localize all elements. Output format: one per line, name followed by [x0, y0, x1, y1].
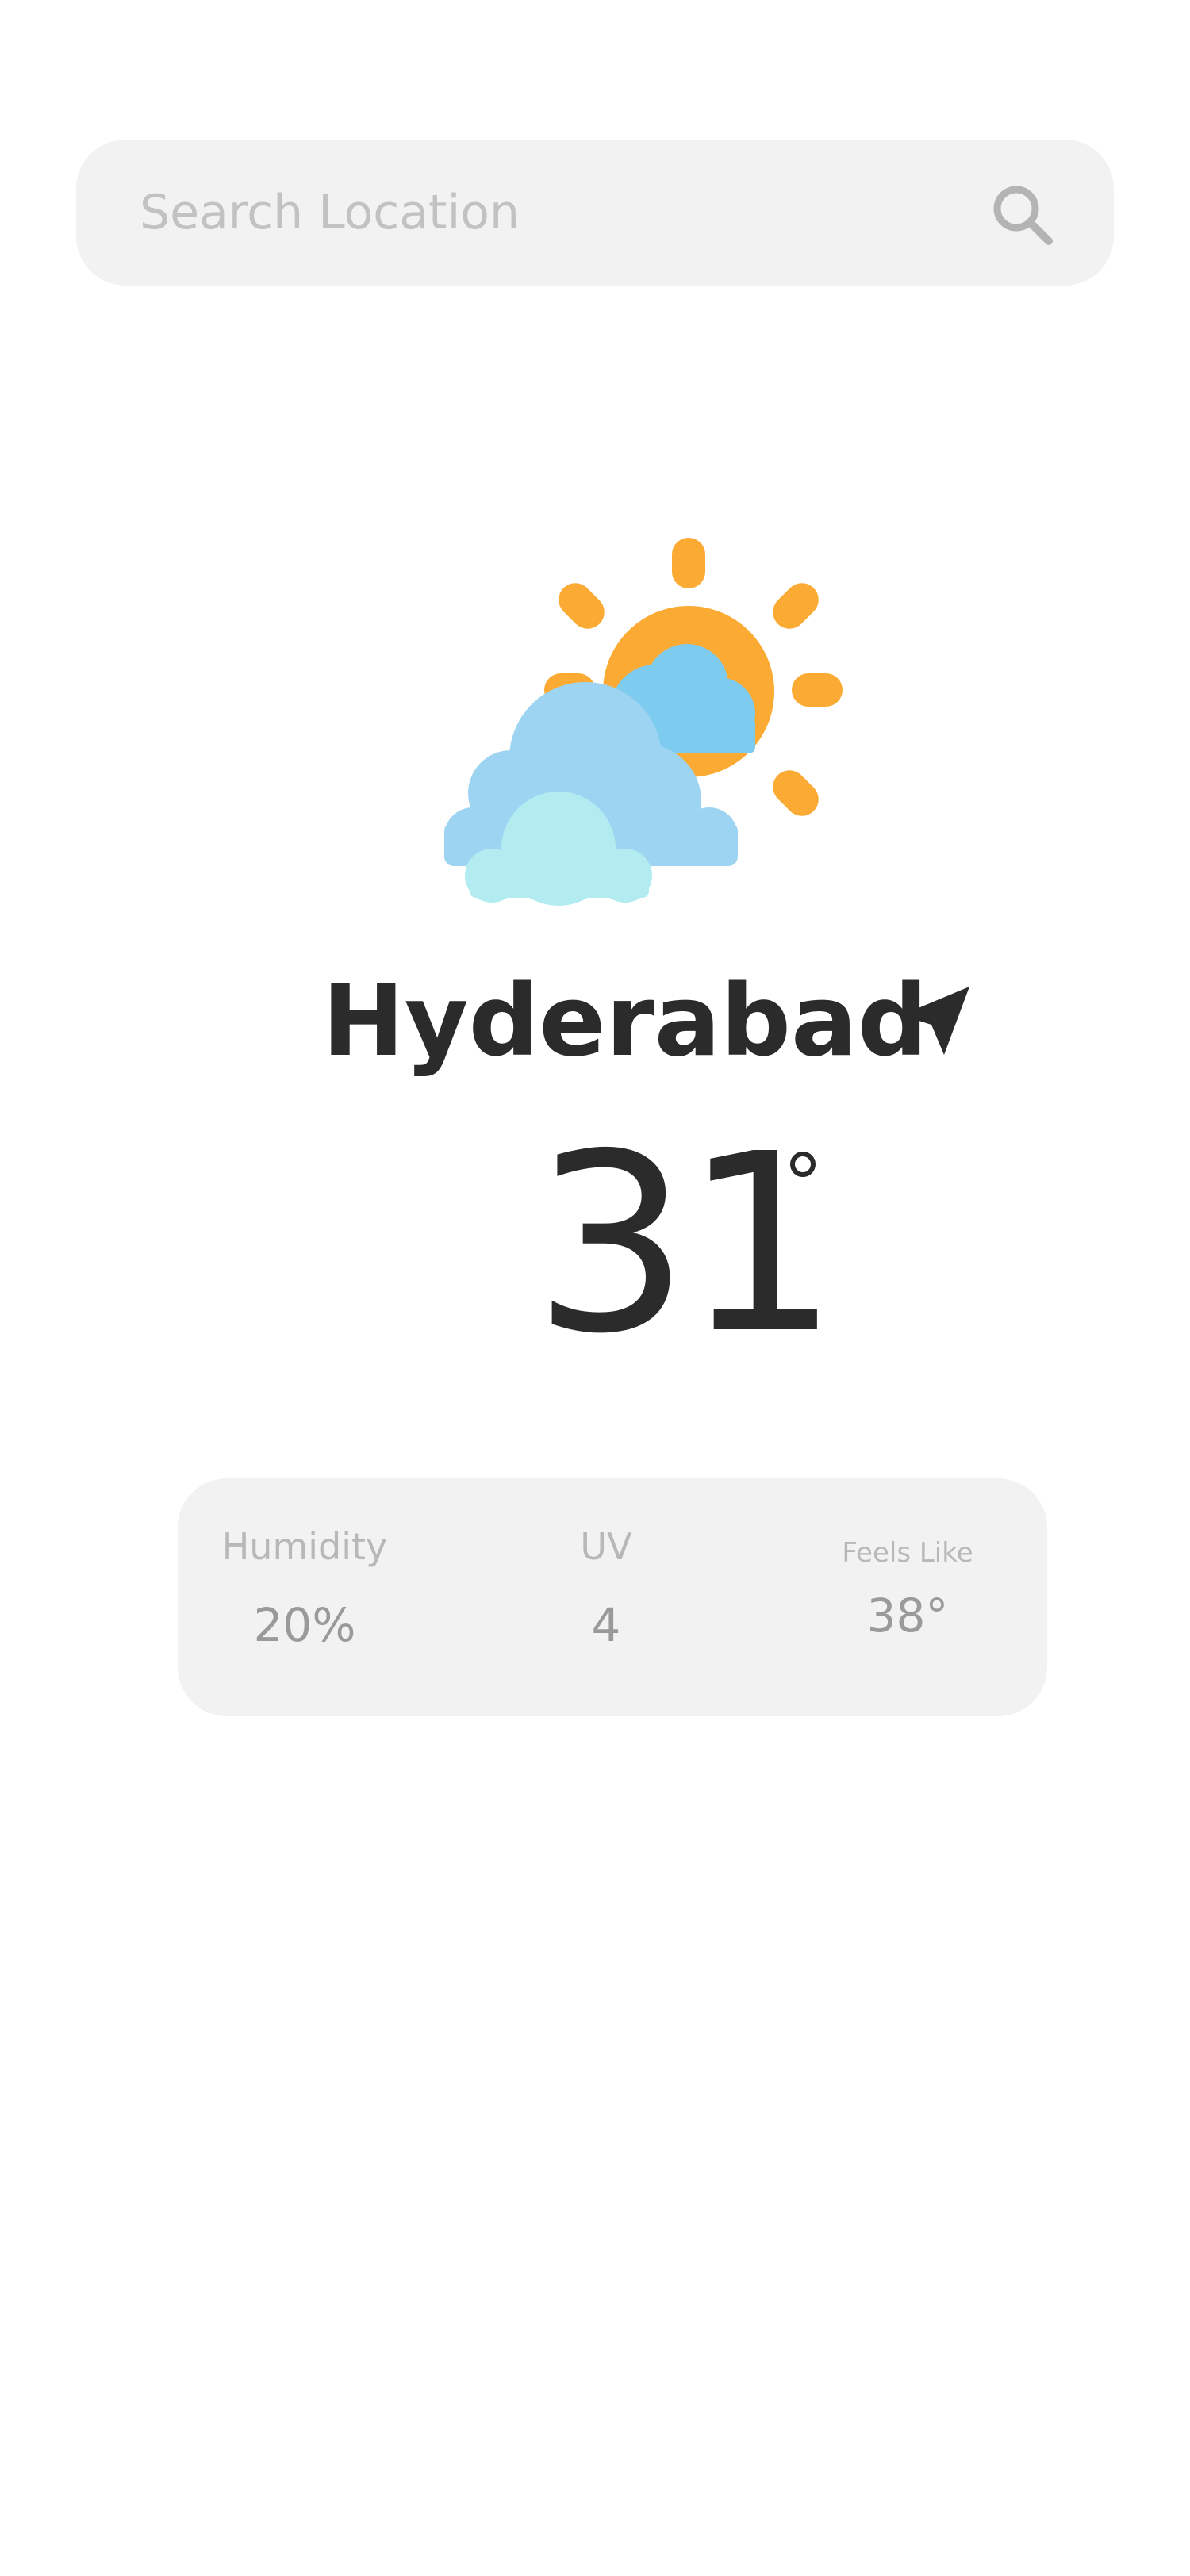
- feels-like-label: Feels Like: [842, 1537, 973, 1569]
- weather-stats-card: Humidity 20% UV 4 Feels Like 38°: [178, 1478, 1047, 1716]
- city-name: Hyderabad: [322, 964, 928, 1079]
- feels-like-stat: Feels Like 38°: [804, 1478, 1011, 1716]
- search-icon[interactable]: [987, 179, 1058, 251]
- search-input[interactable]: [140, 140, 933, 286]
- humidity-value: 20%: [253, 1598, 356, 1652]
- uv-value: 4: [591, 1598, 621, 1652]
- uv-label: UV: [580, 1525, 632, 1568]
- feels-like-value: 38°: [866, 1589, 949, 1643]
- degree-icon: [790, 1152, 816, 1177]
- navigation-arrow-icon[interactable]: [900, 983, 973, 1056]
- partly-cloudy-icon: [444, 538, 843, 906]
- humidity-stat: Humidity 20%: [209, 1478, 400, 1716]
- humidity-label: Humidity: [221, 1525, 388, 1568]
- uv-stat: UV 4: [519, 1478, 693, 1716]
- search-bar: [76, 140, 1114, 286]
